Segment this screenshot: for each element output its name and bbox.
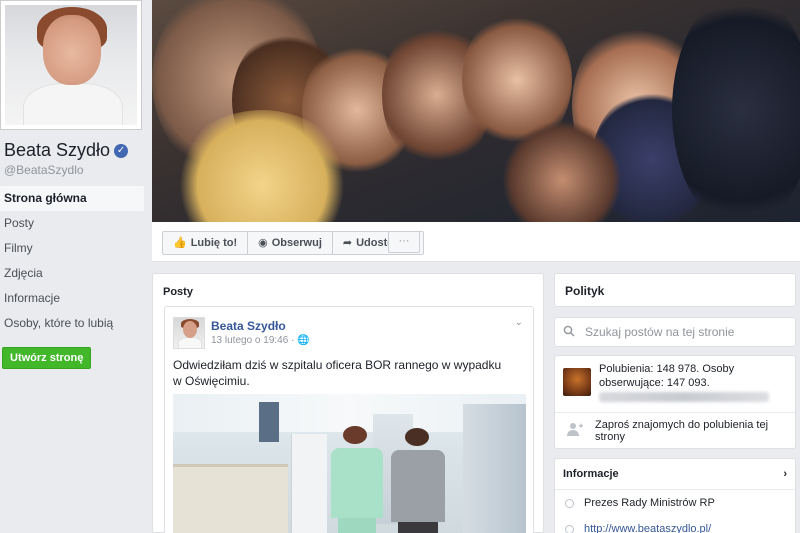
nav-item-about[interactable]: Informacje	[0, 286, 144, 311]
likes-box: Polubienia: 148 978. Osoby obserwujące: …	[554, 355, 796, 449]
page-name: Beata Szydło ✓	[4, 140, 129, 161]
posts-title: Posty	[163, 286, 193, 298]
follow-button[interactable]: ◉ Obserwuj	[248, 232, 333, 254]
likes-count-text: Polubienia: 148 978. Osoby obserwujące: …	[599, 363, 735, 389]
more-button[interactable]: ···	[388, 231, 420, 253]
search-placeholder: Szukaj postów na tej stronie	[585, 325, 735, 339]
thumbs-up-icon: 👍	[173, 237, 187, 249]
action-bar: 👍 Lubię to! ◉ Obserwuj ➦ Udostępnij ···	[152, 222, 800, 262]
post-date-text: 13 lutego o 19:46 ·	[211, 335, 298, 346]
nav-item-videos[interactable]: Filmy	[0, 236, 144, 261]
like-label: Lubię to!	[190, 237, 238, 249]
like-button[interactable]: 👍 Lubię to!	[163, 232, 249, 254]
chevron-down-icon[interactable]: ⌄	[515, 317, 523, 328]
globe-icon: 🌐	[297, 335, 310, 346]
rss-icon: ◉	[258, 237, 268, 249]
page-name-text: Beata Szydło	[4, 140, 111, 160]
page-category[interactable]: Polityk	[554, 273, 796, 307]
post-author[interactable]: Beata Szydło	[211, 319, 286, 333]
info-position-row: Prezes Rady Ministrów RP	[555, 490, 795, 516]
invite-label: Zaproś znajomych do polubienia tej stron…	[595, 418, 769, 443]
globe-icon	[565, 524, 574, 533]
verified-badge-icon: ✓	[114, 143, 129, 158]
cover-photo[interactable]	[152, 0, 800, 222]
info-position: Prezes Rady Ministrów RP	[584, 497, 715, 509]
share-arrow-icon: ➦	[342, 237, 353, 249]
friend-thumbnail[interactable]	[563, 368, 591, 396]
info-icon	[565, 498, 574, 508]
post-text: Odwiedziłam dziś w szpitalu oficera BOR …	[173, 358, 502, 388]
posts-section: Posty Beata Szydło 13 lutego o 19:46 · 🌐…	[152, 273, 544, 533]
post-card: Beata Szydło 13 lutego o 19:46 · 🌐 ⌄ Odw…	[164, 306, 534, 533]
info-box: Informacje › Prezes Rady Ministrów RP ht…	[554, 458, 796, 533]
add-friend-icon	[567, 422, 583, 439]
profile-picture[interactable]	[0, 0, 142, 130]
search-posts-input[interactable]: Szukaj postów na tej stronie	[554, 317, 796, 347]
nav-item-likes[interactable]: Osoby, które to lubią	[0, 311, 144, 336]
chevron-right-icon: ›	[783, 468, 787, 480]
action-button-group: 👍 Lubię to! ◉ Obserwuj ➦ Udostępnij	[162, 231, 424, 255]
post-timestamp[interactable]: 13 lutego o 19:46 · 🌐	[211, 335, 310, 346]
post-image[interactable]	[173, 394, 526, 533]
create-page-button[interactable]: Utwórz stronę	[2, 347, 92, 369]
page-handle[interactable]: @BeataSzydlo	[4, 163, 84, 177]
info-website-row[interactable]: http://www.beataszydlo.pl/	[555, 516, 795, 533]
info-title: Informacje	[563, 468, 619, 480]
follow-label: Obserwuj	[271, 237, 322, 249]
info-website-link[interactable]: http://www.beataszydlo.pl/	[584, 523, 711, 533]
info-header[interactable]: Informacje ›	[555, 459, 795, 490]
nav-item-photos[interactable]: Zdjęcia	[0, 261, 144, 286]
invite-friends-link[interactable]: Zaproś znajomych do polubienia tej stron…	[555, 412, 795, 448]
left-nav: Strona główna Posty Filmy Zdjęcia Inform…	[0, 186, 144, 336]
nav-item-home[interactable]: Strona główna	[0, 186, 144, 211]
search-icon	[563, 325, 575, 340]
post-avatar[interactable]	[173, 317, 205, 349]
friends-who-like-blurred	[599, 392, 769, 402]
nav-item-posts[interactable]: Posty	[0, 211, 144, 236]
